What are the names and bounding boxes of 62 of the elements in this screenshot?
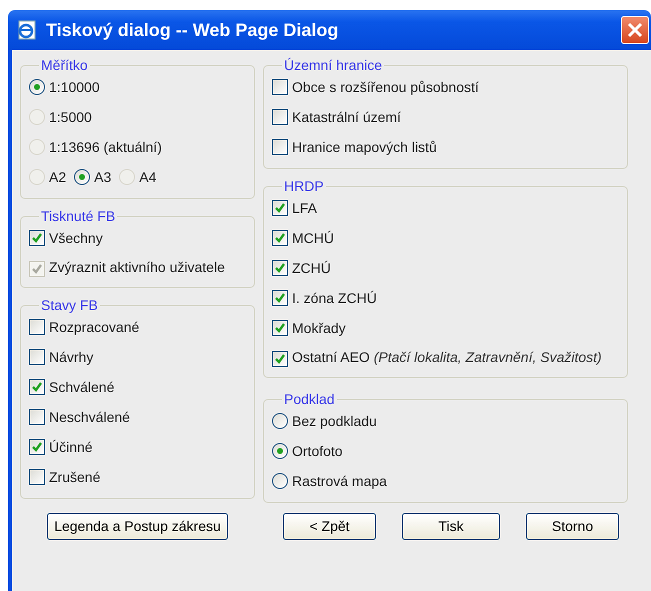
cancel-button[interactable]: Storno xyxy=(526,513,619,540)
radio-label: 1:5000 xyxy=(49,108,92,126)
checkbox-label: Návrhy xyxy=(49,348,94,367)
radio-label: Rastrová mapa xyxy=(292,472,387,491)
checkbox[interactable] xyxy=(272,200,288,216)
radio-label: Bez podkladu xyxy=(292,412,377,431)
radio-button[interactable] xyxy=(272,473,288,489)
radio-label: A2 xyxy=(49,168,66,186)
checkbox[interactable] xyxy=(272,79,288,95)
checkbox[interactable] xyxy=(272,290,288,306)
group-label: Měřítko xyxy=(40,58,89,72)
checkbox[interactable] xyxy=(272,320,288,336)
checkbox[interactable] xyxy=(272,139,288,155)
checkbox-label: ZCHÚ xyxy=(292,258,331,278)
print-button[interactable]: Tisk xyxy=(402,513,500,540)
group-label: Podklad xyxy=(283,392,336,406)
group-label: HRDP xyxy=(283,179,325,193)
back-button[interactable]: < Zpět xyxy=(283,513,376,540)
checkbox-label: Zvýraznit aktivního uživatele xyxy=(49,259,225,275)
checkbox-label: Účinné xyxy=(49,438,93,456)
legend-button[interactable]: Legenda a Postup zákresu xyxy=(47,513,228,540)
window-title: Tiskový dialog -- Web Page Dialog xyxy=(46,18,338,42)
checkbox-label: Ostatní AEO xyxy=(292,349,370,365)
radio-label: 1:13696 (aktuální) xyxy=(49,138,162,157)
radio-button[interactable] xyxy=(74,169,90,185)
checkbox[interactable] xyxy=(29,319,45,335)
radio-label: 1:10000 xyxy=(49,78,100,96)
checkbox-label: Rozpracované xyxy=(49,318,140,337)
checkbox[interactable] xyxy=(29,349,45,365)
checkbox[interactable] xyxy=(29,409,45,425)
radio-label: A3 xyxy=(94,168,112,186)
checkbox[interactable] xyxy=(272,260,288,276)
checkbox-label: MCHÚ xyxy=(292,228,334,248)
checkbox-label: Neschválené xyxy=(49,408,130,426)
checkbox-label: Katastrální území xyxy=(292,108,401,126)
close-button[interactable] xyxy=(621,16,649,44)
radio-label: Ortofoto xyxy=(292,442,343,460)
checkbox-label: Mokřady xyxy=(292,318,346,338)
checkbox[interactable] xyxy=(272,351,288,367)
group-label: Stavy FB xyxy=(40,298,99,312)
checkbox[interactable] xyxy=(29,230,45,246)
radio-button[interactable] xyxy=(272,443,288,459)
checkbox-label: I. zóna ZCHÚ xyxy=(292,288,377,308)
checkbox[interactable] xyxy=(29,379,45,395)
checkbox-label: Všechny xyxy=(49,228,103,248)
group-label: Územní hranice xyxy=(283,58,384,72)
checkbox-label: Zrušené xyxy=(49,468,100,486)
radio-button[interactable] xyxy=(272,413,288,429)
checkbox[interactable] xyxy=(272,230,288,246)
radio-button[interactable] xyxy=(29,79,45,95)
checkbox[interactable] xyxy=(272,109,288,125)
checkbox[interactable] xyxy=(29,439,45,455)
app-icon xyxy=(16,19,38,41)
group-label: Tisknuté FB xyxy=(40,209,116,223)
checkbox-label: Hranice mapových listů xyxy=(292,138,437,157)
close-icon xyxy=(626,21,644,39)
checkbox-label: Obce s rozšířenou působností xyxy=(292,78,479,97)
checkbox[interactable] xyxy=(29,469,45,485)
checkbox-label: Schválené xyxy=(49,378,114,396)
note-text: (Ptačí lokalita, Zatravnění, Svažitost) xyxy=(374,349,602,365)
checkbox-label: LFA xyxy=(292,198,317,218)
radio-label: A4 xyxy=(139,168,156,186)
